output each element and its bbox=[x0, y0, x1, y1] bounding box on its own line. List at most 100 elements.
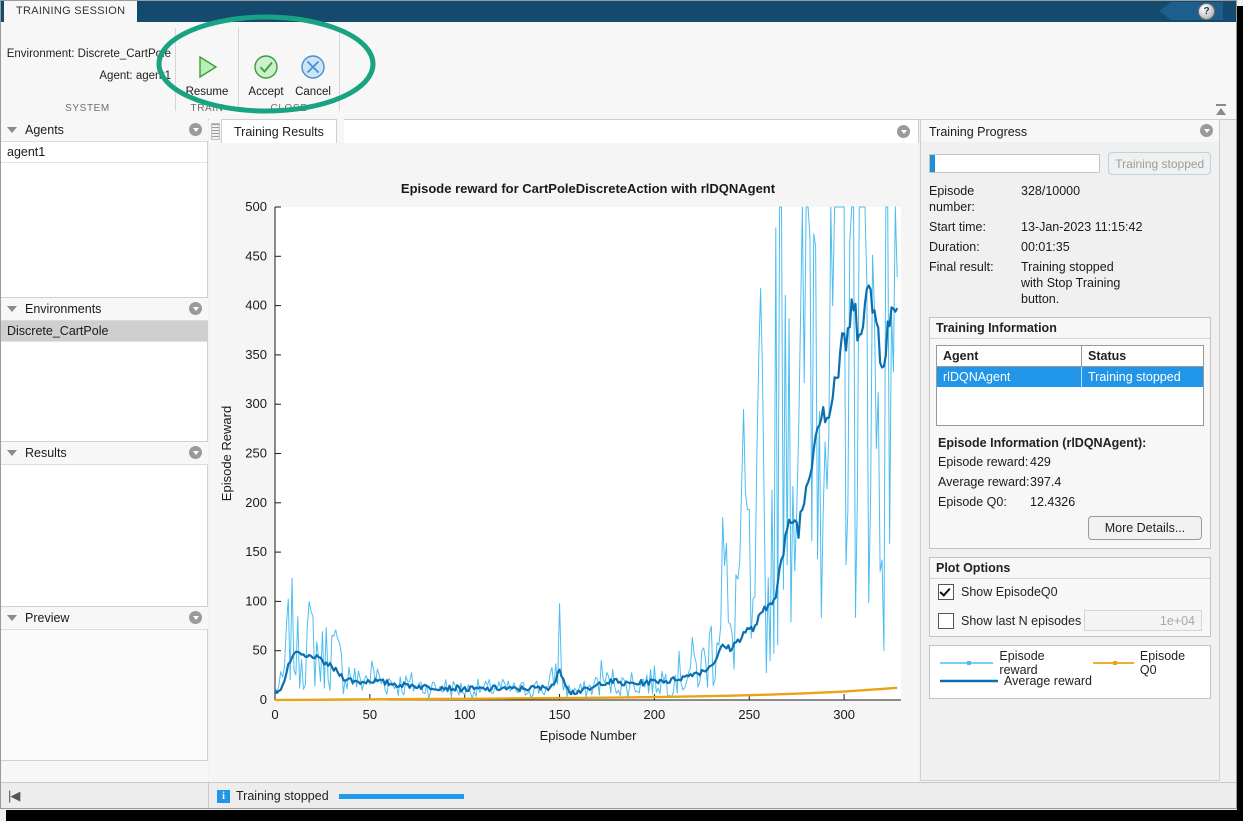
ribbon-group-system: Environment: Discrete_CartPole Agent: ag… bbox=[0, 22, 175, 119]
triangle-down-icon[interactable] bbox=[7, 615, 17, 621]
svg-text:0: 0 bbox=[271, 707, 278, 722]
svg-text:350: 350 bbox=[245, 347, 267, 362]
svg-text:50: 50 bbox=[253, 643, 267, 658]
svg-text:Episode Number: Episode Number bbox=[540, 728, 637, 743]
status-bar-main: i Training stopped bbox=[209, 783, 464, 809]
legend-row-1: Episode reward Episode Q0 bbox=[940, 649, 1200, 677]
collapse-ribbon-icon[interactable] bbox=[1213, 103, 1229, 117]
field-label: Episode Q0: bbox=[938, 495, 1007, 509]
panel-collapse-icon-agents[interactable] bbox=[189, 123, 202, 136]
panel-header-results[interactable]: Results bbox=[0, 442, 208, 465]
checkbox-show-episode-q0[interactable] bbox=[938, 584, 954, 600]
svg-text:Episode reward for CartPoleDis: Episode reward for CartPoleDiscreteActio… bbox=[401, 181, 776, 196]
svg-text:150: 150 bbox=[245, 544, 267, 559]
panel-header-preview[interactable]: Preview bbox=[0, 607, 208, 630]
more-details-button-label: More Details... bbox=[1104, 521, 1186, 535]
legend-item-average-reward: Average reward bbox=[940, 674, 1092, 688]
legend-swatch-episode-q0 bbox=[1093, 661, 1134, 665]
panel-title-results: Results bbox=[25, 446, 67, 460]
panel-collapse-icon-results[interactable] bbox=[189, 446, 202, 459]
episode-reward-chart[interactable]: Episode reward for CartPoleDiscreteActio… bbox=[209, 143, 919, 782]
drag-grip-icon[interactable] bbox=[211, 123, 220, 140]
triangle-down-icon[interactable] bbox=[7, 450, 17, 456]
panel-header-training-progress[interactable]: Training Progress bbox=[920, 119, 1220, 144]
field-value: Training stopped with Stop Training butt… bbox=[1021, 260, 1121, 306]
ribbon-group-train: Resume TRAIN bbox=[176, 22, 238, 119]
panel-collapse-icon-training-progress[interactable] bbox=[1200, 124, 1213, 137]
center-document-area: Training Results Episode reward for Cart… bbox=[209, 119, 919, 782]
training-stopped-button-label: Training stopped bbox=[1115, 156, 1205, 171]
svg-text:100: 100 bbox=[245, 593, 267, 608]
training-information-table[interactable]: Agent Status rlDQNAgent Training stopped bbox=[936, 345, 1204, 426]
panel-body-environments[interactable]: Discrete_CartPole bbox=[0, 321, 208, 442]
checkbox-label-show-episode-q0: Show EpisodeQ0 bbox=[961, 585, 1058, 599]
panel-collapse-icon-preview[interactable] bbox=[189, 611, 202, 624]
training-progress-bar-fill bbox=[930, 155, 936, 172]
ribbon-group-close: Accept Cancel CLOSE bbox=[239, 22, 339, 119]
table-row[interactable]: rlDQNAgent Training stopped bbox=[937, 367, 1203, 387]
legend-swatch-episode-reward bbox=[940, 661, 994, 665]
field-value: 13-Jan-2023 11:15:42 bbox=[1021, 220, 1143, 234]
help-button[interactable]: ? bbox=[1159, 2, 1223, 20]
triangle-down-icon[interactable] bbox=[7, 306, 17, 312]
legend-item-episode-q0: Episode Q0 bbox=[1093, 649, 1200, 677]
training-results-plot[interactable]: Episode reward for CartPoleDiscreteActio… bbox=[209, 143, 919, 782]
svg-text:450: 450 bbox=[245, 248, 267, 263]
legend-item-episode-reward: Episode reward bbox=[940, 649, 1079, 677]
field-value: 397.4 bbox=[1030, 475, 1062, 489]
cancel-button[interactable]: Cancel bbox=[286, 52, 340, 98]
list-item[interactable]: Discrete_CartPole bbox=[1, 321, 207, 342]
show-last-n-input[interactable]: 1e+04 bbox=[1084, 610, 1202, 631]
panel-header-environments[interactable]: Environments bbox=[0, 298, 208, 321]
svg-text:100: 100 bbox=[454, 707, 476, 722]
training-progress-bar bbox=[929, 154, 1101, 173]
window-shadow-bottom bbox=[6, 809, 1243, 821]
panel-header-agents[interactable]: Agents bbox=[0, 119, 208, 142]
table-empty-area bbox=[937, 387, 1203, 425]
svg-text:0: 0 bbox=[260, 692, 267, 707]
field-episode-number: Episode number: 328/10000 bbox=[921, 181, 1219, 217]
panel-collapse-icon-environments[interactable] bbox=[189, 302, 202, 315]
checkbox-row-show-last-n[interactable]: Show last N episodes 1e+04 bbox=[930, 605, 1210, 636]
accept-button[interactable]: Accept bbox=[239, 52, 293, 98]
x-circle-icon bbox=[301, 55, 325, 79]
svg-text:250: 250 bbox=[245, 446, 267, 461]
field-label: Episode reward: bbox=[938, 455, 1029, 469]
panel-title-training-progress: Training Progress bbox=[929, 124, 1028, 139]
status-bar-left: |◀ bbox=[0, 783, 209, 809]
svg-text:Episode Reward: Episode Reward bbox=[219, 406, 234, 501]
field-final-result: Final result: Training stopped with Stop… bbox=[921, 257, 1219, 309]
tab-training-session[interactable]: TRAINING SESSION bbox=[4, 0, 138, 22]
panel-title-environments: Environments bbox=[25, 302, 102, 316]
progress-row: Training stopped bbox=[921, 142, 1219, 181]
triangle-down-icon[interactable] bbox=[7, 127, 17, 133]
sidebar-panel-preview: Preview bbox=[0, 607, 208, 761]
status-bar: |◀ i Training stopped bbox=[0, 782, 1237, 810]
checkbox-row-show-episode-q0[interactable]: Show EpisodeQ0 bbox=[930, 579, 1210, 605]
go-to-start-icon[interactable]: |◀ bbox=[8, 788, 20, 804]
column-header-agent: Agent bbox=[937, 346, 1082, 366]
episode-information-title: Episode Information (rlDQNAgent): bbox=[938, 436, 1147, 450]
checkbox-show-last-n[interactable] bbox=[938, 612, 954, 629]
list-item[interactable]: agent1 bbox=[1, 142, 207, 163]
panel-body-agents[interactable]: agent1 bbox=[0, 142, 208, 298]
svg-text:250: 250 bbox=[738, 707, 760, 722]
field-value: 12.4326 bbox=[1030, 495, 1076, 509]
panel-collapse-icon-training-results[interactable] bbox=[897, 125, 910, 138]
tab-training-session-label: TRAINING SESSION bbox=[16, 5, 126, 17]
field-duration: Duration: 00:01:35 bbox=[921, 237, 1219, 257]
field-episode-q0: Episode Q0: 12.4326 bbox=[930, 492, 1210, 512]
accept-button-label: Accept bbox=[248, 86, 284, 98]
table-header: Agent Status bbox=[937, 346, 1203, 367]
panel-body-preview[interactable] bbox=[0, 630, 208, 761]
more-details-button[interactable]: More Details... bbox=[1088, 516, 1202, 540]
sidebar-panel-results: Results bbox=[0, 442, 208, 607]
training-stopped-button[interactable]: Training stopped bbox=[1108, 152, 1211, 175]
cell-status: Training stopped bbox=[1088, 370, 1181, 384]
panel-body-results[interactable] bbox=[0, 465, 208, 607]
training-progress-body: Training stopped Episode number: 328/100… bbox=[920, 142, 1220, 781]
field-label: Average reward: bbox=[938, 475, 1030, 489]
resume-button[interactable]: Resume bbox=[180, 52, 234, 98]
legend-label-average-reward: Average reward bbox=[1004, 674, 1093, 688]
tab-training-results[interactable]: Training Results bbox=[221, 119, 337, 145]
